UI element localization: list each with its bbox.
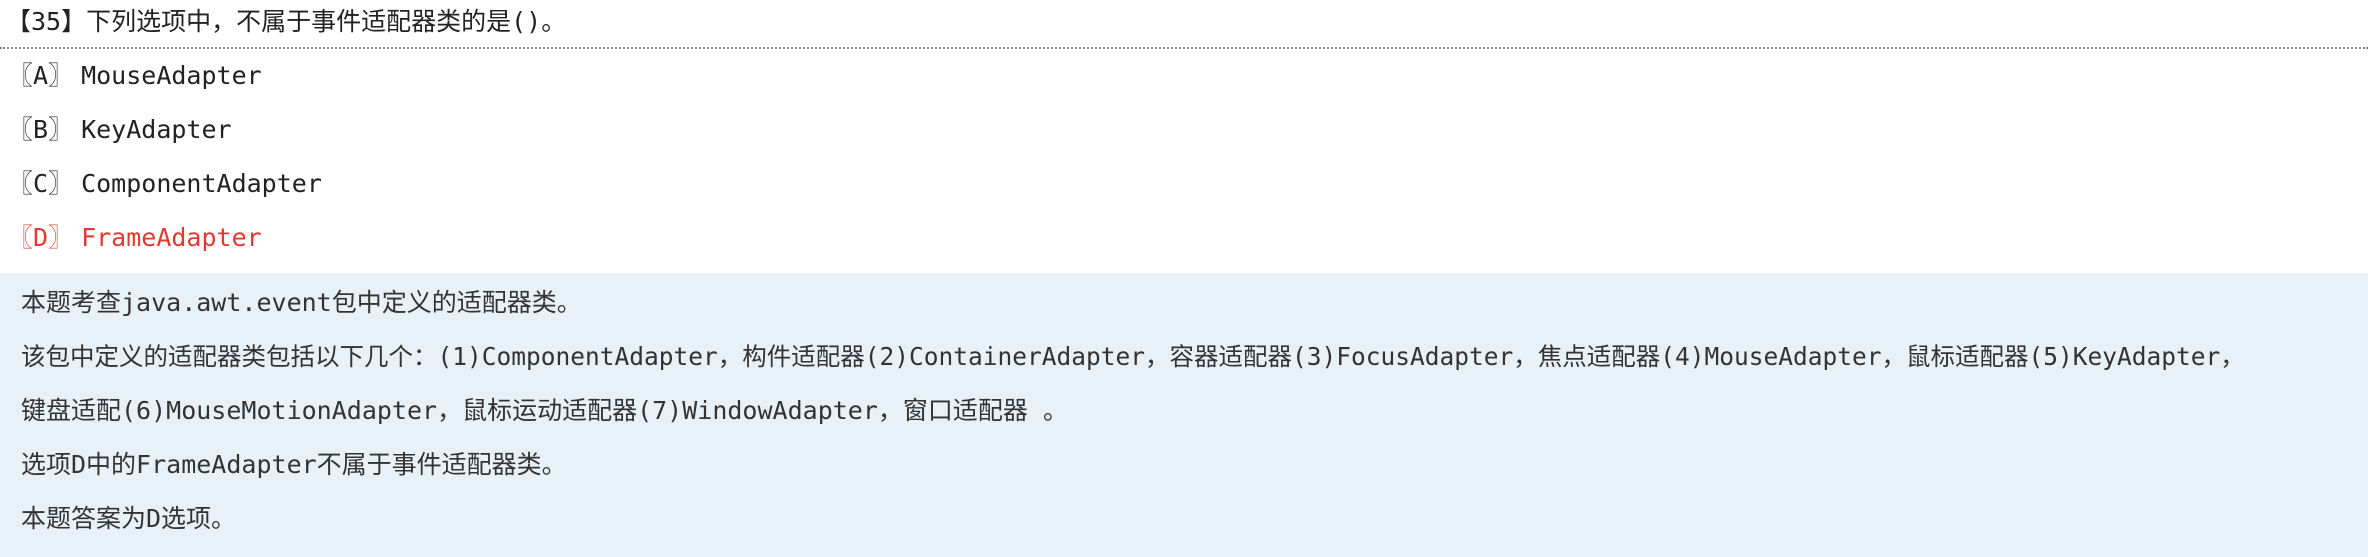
option-c-text: ComponentAdapter — [81, 169, 322, 198]
option-a-text: MouseAdapter — [81, 61, 262, 90]
option-c[interactable]: 〖C〗 ComponentAdapter — [8, 166, 322, 202]
option-b-mark: 〖B〗 — [8, 115, 74, 144]
explanation-line: 该包中定义的适配器类包括以下几个：(1)ComponentAdapter，构件适… — [21, 342, 2245, 371]
question-header: 【35】下列选项中，不属于事件适配器类的是()。 — [0, 0, 2368, 49]
option-b-text: KeyAdapter — [81, 115, 232, 144]
option-d-mark: 〖D〗 — [8, 223, 74, 252]
option-a[interactable]: 〖A〗 MouseAdapter — [8, 58, 262, 94]
option-d-text: FrameAdapter — [81, 223, 262, 252]
question-text: 【35】下列选项中，不属于事件适配器类的是()。 — [6, 7, 567, 36]
explanation-line: 本题考查java.awt.event包中定义的适配器类。 — [21, 288, 582, 317]
explanation-panel: 本题考查java.awt.event包中定义的适配器类。 该包中定义的适配器类包… — [0, 273, 2368, 557]
explanation-line: 键盘适配(6)MouseMotionAdapter，鼠标运动适配器(7)Wind… — [21, 396, 1068, 425]
option-b[interactable]: 〖B〗 KeyAdapter — [8, 112, 232, 148]
option-d[interactable]: 〖D〗 FrameAdapter — [8, 220, 262, 256]
option-c-mark: 〖C〗 — [8, 169, 74, 198]
option-a-mark: 〖A〗 — [8, 61, 74, 90]
explanation-line: 本题答案为D选项。 — [21, 504, 237, 533]
explanation-line: 选项D中的FrameAdapter不属于事件适配器类。 — [21, 450, 567, 479]
